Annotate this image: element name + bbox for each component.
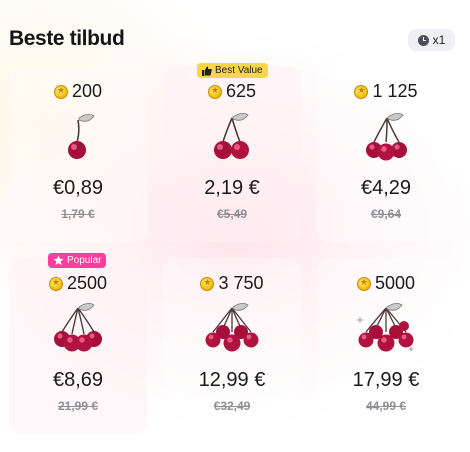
star-icon: [53, 255, 64, 266]
offer-old-price: €9,64: [370, 207, 402, 221]
offer-card-625[interactable]: 625 2,19 € €5,49: [163, 66, 301, 242]
offer-old-price: €32,49: [213, 399, 251, 413]
coin-amount: 3 750: [218, 273, 264, 293]
cherry-icon: [9, 110, 147, 162]
coin-amount: 2500: [66, 273, 108, 293]
cherry-icon: [163, 302, 301, 354]
offer-price: 17,99 €: [352, 369, 420, 391]
offer-price: €0,89: [52, 177, 104, 199]
coin-icon: [200, 276, 215, 291]
offer-price: €4,29: [360, 177, 412, 199]
coin-amount: 200: [71, 81, 103, 101]
cherry-icon: [317, 302, 455, 354]
multiplier-label: x1: [432, 33, 446, 47]
coin-amount: 5000: [374, 273, 416, 293]
offer-old-price: 21,99 €: [57, 399, 99, 413]
coin-icon: [354, 84, 369, 99]
coin-icon: [48, 276, 63, 291]
page-title: Beste tilbud: [9, 27, 125, 50]
offer-price: €8,69: [52, 369, 104, 391]
multiplier-badge[interactable]: x1: [408, 29, 455, 51]
coin-icon: [207, 84, 222, 99]
coin-amount: 1 125: [372, 81, 418, 101]
best-value-badge: Best Value: [197, 63, 268, 78]
offer-old-price: 44,99 €: [365, 399, 407, 413]
offer-price: 2,19 €: [204, 177, 260, 199]
coin-amount: 625: [225, 81, 257, 101]
popular-badge: Popular: [48, 253, 107, 268]
best-value-label: Best Value: [215, 65, 263, 76]
offer-card-1125[interactable]: 1 125 €4,29 €9,64: [317, 66, 455, 242]
offer-card-5000[interactable]: 5000 17,99 € 44,99 €: [317, 258, 455, 434]
offer-card-2500[interactable]: 2500 €8,69 21,99 €: [9, 258, 147, 434]
coin-icon: [356, 276, 371, 291]
thumbs-up-icon: [202, 66, 212, 76]
cherry-icon: [317, 110, 455, 162]
offer-old-price: 1,79 €: [61, 207, 95, 221]
cherry-icon: [163, 110, 301, 162]
popular-label: Popular: [67, 255, 102, 266]
offer-card-3750[interactable]: 3 750 12,99 € €32,49: [163, 258, 301, 434]
offer-old-price: €5,49: [216, 207, 248, 221]
cherry-icon: [9, 302, 147, 354]
clock-icon: [417, 34, 429, 46]
offer-card-200[interactable]: 200 €0,89 1,79 €: [9, 66, 147, 242]
offer-price: 12,99 €: [198, 369, 266, 391]
coin-icon: [53, 84, 68, 99]
